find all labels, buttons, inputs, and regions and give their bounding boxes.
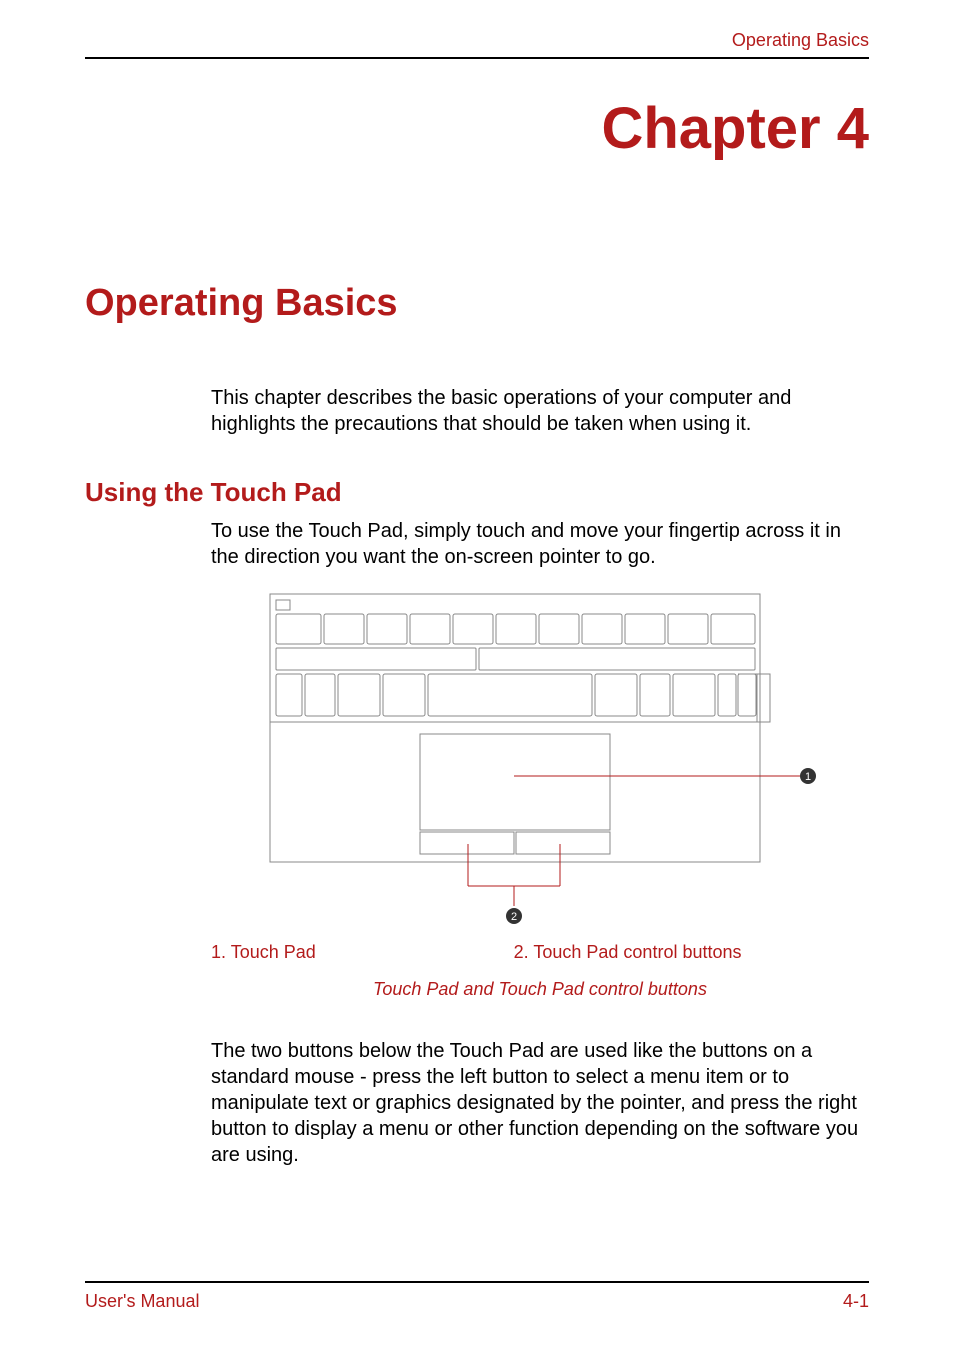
page-footer: User's Manual 4-1	[85, 1261, 869, 1312]
touchpad-diagram: 1 2	[260, 586, 820, 936]
touchpad-intro-text: To use the Touch Pad, simply touch and m…	[211, 518, 869, 570]
touchpad-body-text: The two buttons below the Touch Pad are …	[211, 1038, 869, 1168]
callout-two-label: 2	[511, 911, 517, 923]
legend-item-2: 2. Touch Pad control buttons	[514, 942, 869, 963]
legend-item-1: 1. Touch Pad	[211, 942, 514, 963]
chapter-intro-text: This chapter describes the basic operati…	[211, 385, 869, 437]
footer-left: User's Manual	[85, 1291, 199, 1312]
document-page: Operating Basics Chapter 4 Operating Bas…	[0, 0, 954, 1352]
footer-rule	[85, 1281, 869, 1283]
touchpad-figure: 1 2 1. Touch Pad 2. Touch Pad control bu…	[211, 586, 869, 1022]
subsection-title: Using the Touch Pad	[85, 477, 869, 508]
header-label: Operating Basics	[85, 30, 869, 57]
content-body: This chapter describes the basic operati…	[85, 385, 869, 477]
chapter-heading: Chapter 4	[85, 95, 869, 162]
footer-right: 4-1	[843, 1291, 869, 1312]
subsection-body: To use the Touch Pad, simply touch and m…	[85, 518, 869, 1184]
header-rule	[85, 57, 869, 59]
section-title: Operating Basics	[85, 282, 869, 325]
figure-legend: 1. Touch Pad 2. Touch Pad control button…	[211, 942, 869, 963]
callout-one-label: 1	[805, 771, 811, 783]
figure-caption: Touch Pad and Touch Pad control buttons	[211, 979, 869, 1000]
